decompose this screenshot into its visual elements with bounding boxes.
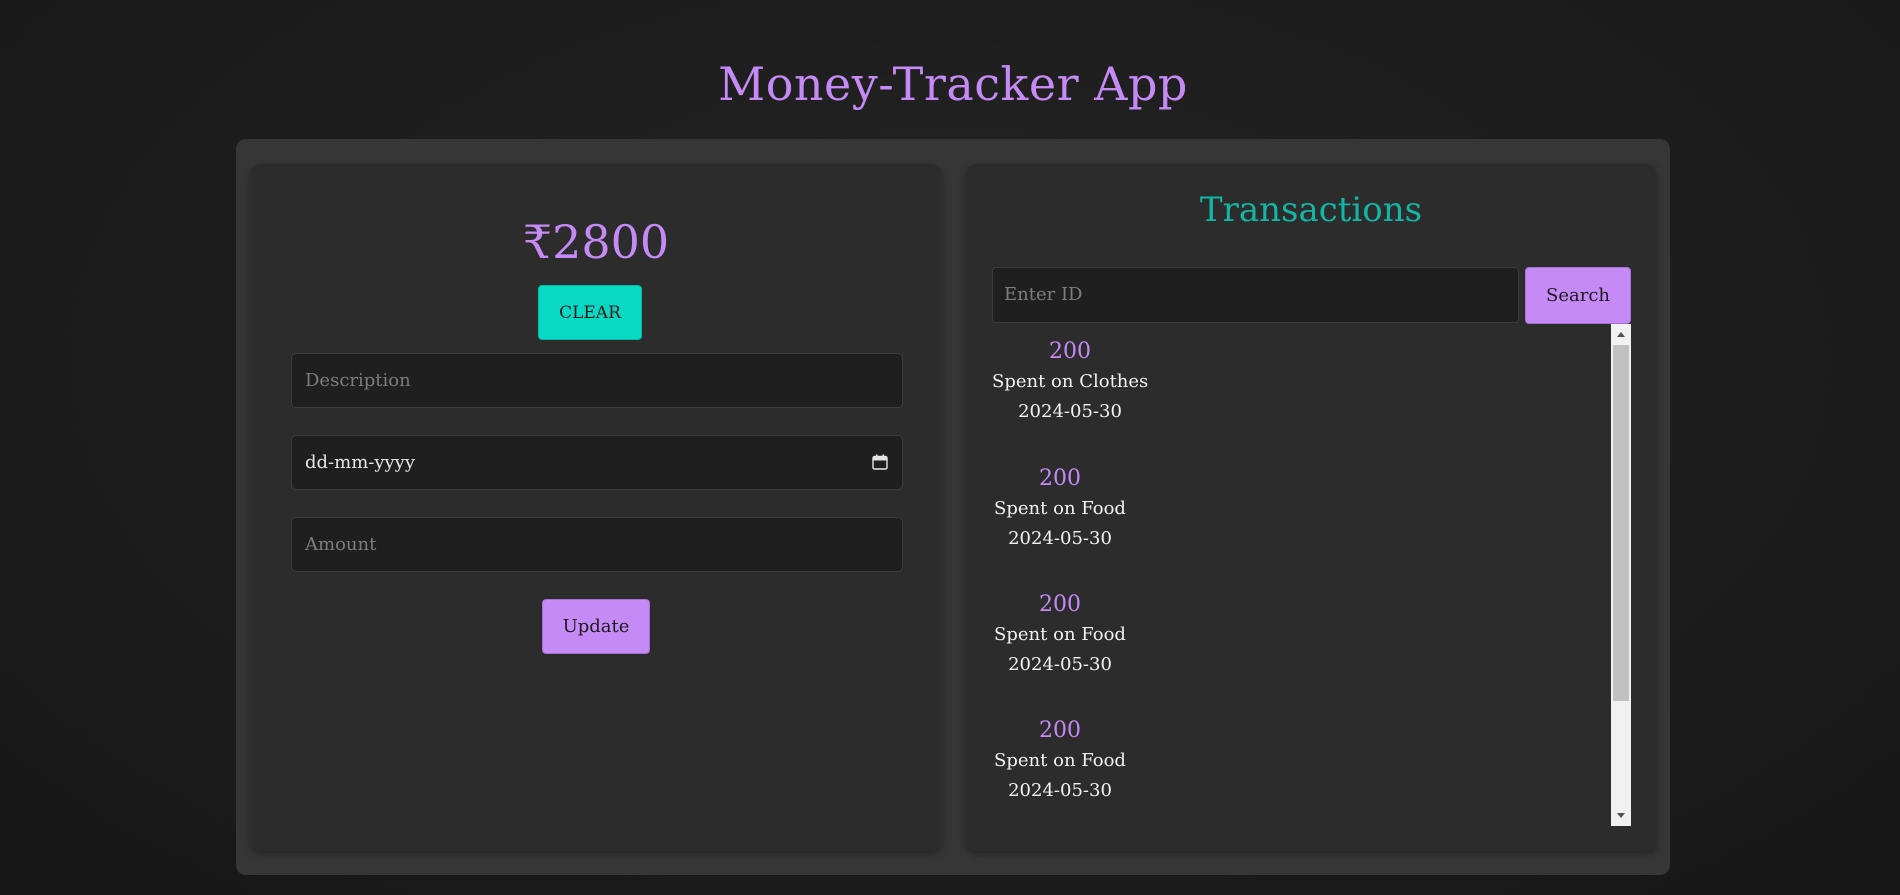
transactions-list[interactable]: 200 Spent on Clothes 2024-05-30 200 Spen…	[992, 324, 1631, 826]
transactions-title: Transactions	[1199, 190, 1423, 230]
transaction-date: 2024-05-30	[1018, 401, 1122, 422]
app-title: Money-Tracker App	[718, 57, 1188, 111]
transaction-item: 200 Spent on Food 2024-05-30	[992, 716, 1128, 806]
scroll-up-arrow-icon[interactable]	[1611, 324, 1631, 344]
transaction-amount: 200	[1039, 718, 1081, 743]
main-container: ₹2800 CLEAR Description dd-mm-yyyy Amoun…	[236, 139, 1670, 875]
search-id-input[interactable]: Enter ID	[992, 267, 1519, 323]
transaction-description: Spent on Food	[994, 750, 1126, 771]
scrollbar-thumb[interactable]	[1613, 345, 1629, 701]
search-button[interactable]: Search	[1525, 267, 1631, 324]
transaction-date: 2024-05-30	[1008, 654, 1112, 675]
balance-panel: ₹2800 CLEAR Description dd-mm-yyyy Amoun…	[251, 164, 941, 851]
transaction-amount: 200	[1049, 339, 1091, 364]
description-input[interactable]: Description	[291, 353, 903, 408]
transaction-date: 2024-05-30	[1008, 528, 1112, 549]
clear-button[interactable]: CLEAR	[538, 285, 642, 340]
transaction-item: 200 Spent on Clothes 2024-05-30	[992, 337, 1148, 427]
transaction-date: 2024-05-30	[1008, 780, 1112, 801]
date-input-placeholder: dd-mm-yyyy	[305, 452, 416, 473]
balance-amount: ₹2800	[522, 215, 670, 269]
transaction-item: 200 Spent on Food 2024-05-30	[992, 590, 1128, 680]
transaction-amount: 200	[1039, 466, 1081, 491]
update-button[interactable]: Update	[542, 599, 650, 654]
transaction-description: Spent on Food	[994, 624, 1126, 645]
scroll-down-arrow-icon[interactable]	[1611, 806, 1631, 826]
transaction-amount: 200	[1039, 592, 1081, 617]
calendar-icon[interactable]	[872, 454, 888, 470]
transactions-panel: Transactions Enter ID Search 200 Spent o…	[966, 164, 1656, 851]
amount-input[interactable]: Amount	[291, 517, 903, 572]
transaction-item: 200 Spent on Food 2024-05-30	[992, 464, 1128, 554]
date-input[interactable]: dd-mm-yyyy	[291, 435, 903, 490]
transaction-description: Spent on Food	[994, 498, 1126, 519]
transaction-description: Spent on Clothes	[992, 371, 1149, 392]
transactions-scrollbar[interactable]	[1611, 324, 1631, 826]
